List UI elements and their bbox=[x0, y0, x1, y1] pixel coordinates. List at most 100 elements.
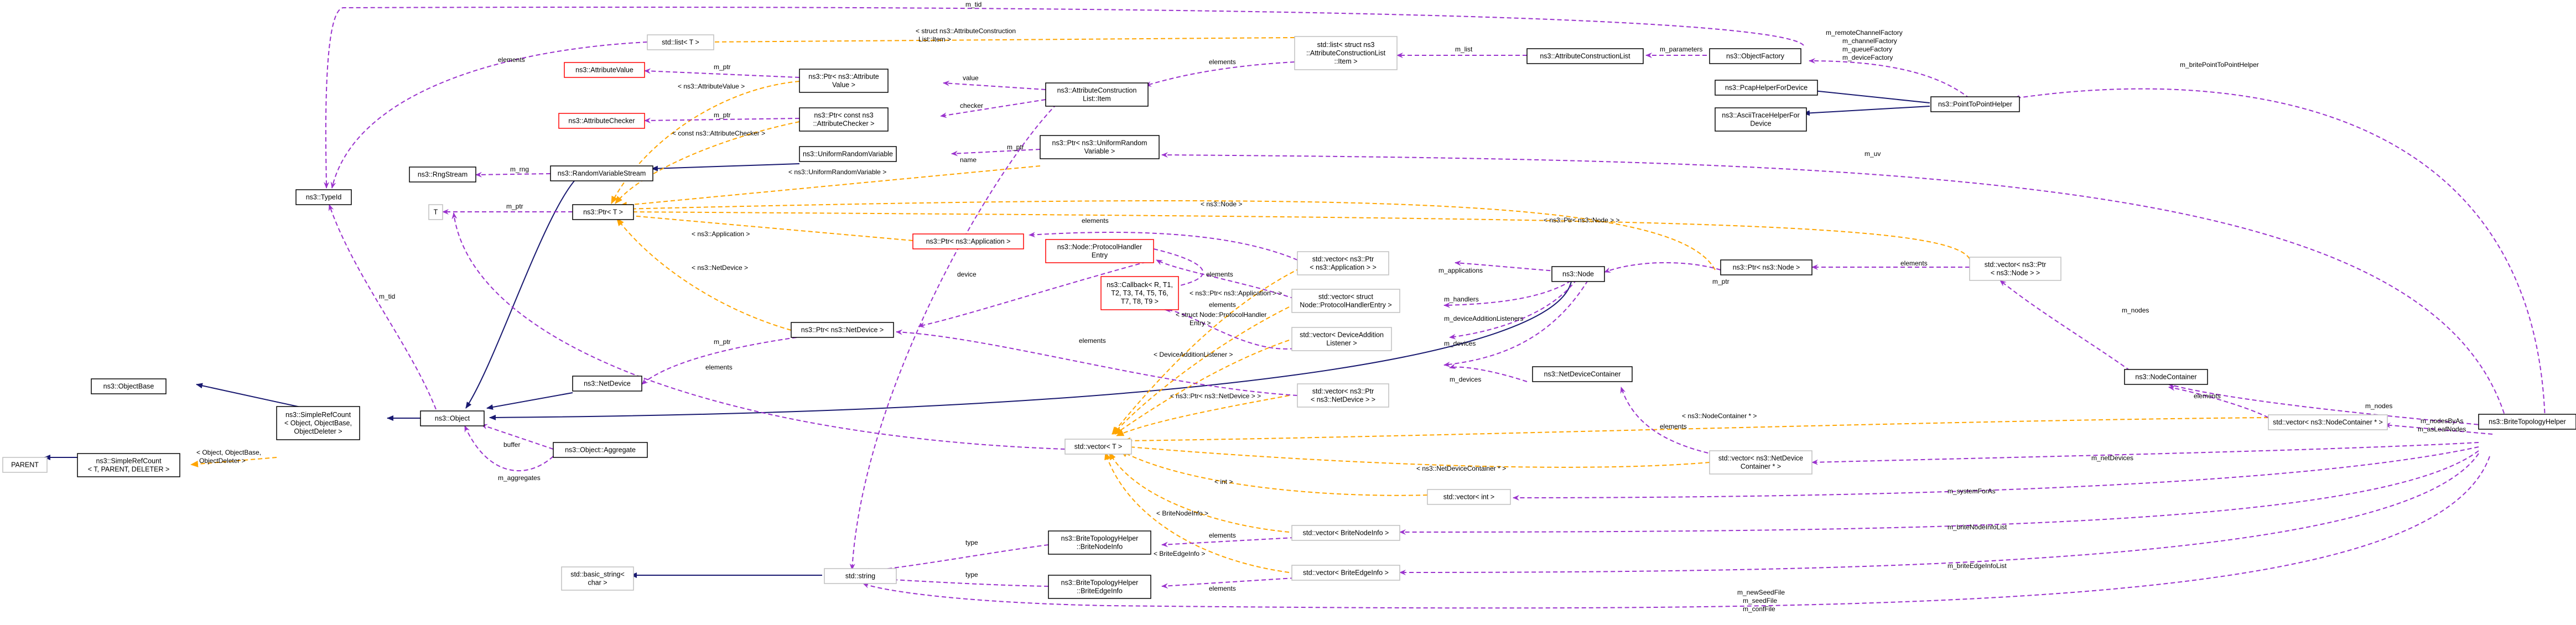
node-attribute-checker[interactable]: ns3::AttributeChecker bbox=[558, 113, 645, 129]
node-protocol-handler-entry[interactable]: ns3::Node::ProtocolHandlerEntry bbox=[1045, 239, 1154, 263]
edge-inherit-rvs-object bbox=[465, 173, 583, 409]
node-ptr-t[interactable]: ns3::Ptr< T > bbox=[572, 204, 634, 220]
edge-use-briteedgeinfo-list bbox=[1399, 453, 2479, 575]
node-simple-ref-count-t[interactable]: ns3::SimpleRefCount< T, PARENT, DELETER … bbox=[77, 453, 180, 477]
node-label-line: ns3::NetDevice bbox=[584, 380, 631, 388]
node-basic-string[interactable]: std::basic_string<char > bbox=[561, 566, 634, 591]
node-label-line: std::vector< ns3::NodeContainer * > bbox=[2273, 419, 2383, 426]
node-netdevice[interactable]: ns3::NetDevice bbox=[572, 376, 642, 392]
node-label-line: ns3::Ptr< ns3::Node > bbox=[1733, 264, 1800, 272]
node-parent[interactable]: PARENT bbox=[2, 457, 48, 473]
node-std-string[interactable]: std::string bbox=[824, 568, 897, 584]
label-m-channel-factory: m_channelFactory bbox=[1842, 37, 1897, 45]
node-label-line: ns3::UniformRandomVariable bbox=[803, 150, 893, 158]
label-m-tid: m_tid bbox=[379, 293, 395, 300]
node-brite-topology-helper[interactable]: ns3::BriteTopologyHelper bbox=[2478, 414, 2576, 430]
node-vector-ptr-application[interactable]: std::vector< ns3::Ptr< ns3::Application … bbox=[1297, 251, 1389, 275]
label-m-brite-p2p-helper: m_britePointToPointHelper bbox=[2180, 61, 2259, 69]
node-label-line: < Object, ObjectBase, bbox=[284, 419, 352, 427]
label-m-uv: m_uv bbox=[1865, 150, 1881, 158]
node-vector-britenodeinfo[interactable]: std::vector< BriteNodeInfo > bbox=[1291, 525, 1400, 541]
node-point-to-point-helper[interactable]: ns3::PointToPointHelper bbox=[1930, 96, 2020, 112]
label-elements-listener: elements bbox=[1209, 301, 1236, 309]
label-elements-netdevcontainer: elements bbox=[1660, 423, 1687, 430]
node-ptr-const-attribute-checker[interactable]: ns3::Ptr< const ns3::AttributeChecker > bbox=[799, 107, 889, 132]
node-label-line: T bbox=[434, 209, 438, 216]
node-briteedgeinfo[interactable]: ns3::BriteTopologyHelper::BriteEdgeInfo bbox=[1048, 575, 1151, 599]
node-label-line: std::list< T > bbox=[662, 39, 699, 46]
label-m-device-addition-listeners: m_deviceAdditionListeners bbox=[1444, 315, 1523, 322]
node-britenodeinfo[interactable]: ns3::BriteTopologyHelper::BriteNodeInfo bbox=[1048, 530, 1151, 555]
node-random-variable-stream[interactable]: ns3::RandomVariableStream bbox=[550, 165, 653, 181]
node-label-line: ::BriteEdgeInfo bbox=[1077, 587, 1123, 595]
node-callback[interactable]: ns3::Callback< R, T1,T2, T3, T4, T5, T6,… bbox=[1100, 276, 1179, 310]
node-node-container[interactable]: ns3::NodeContainer bbox=[2124, 369, 2208, 385]
node-label-line: ns3::SimpleRefCount bbox=[96, 457, 162, 465]
node-label-line: ns3::Ptr< const ns3 bbox=[814, 112, 873, 119]
label-m-applications: m_applications bbox=[1438, 267, 1483, 274]
node-attribute-value[interactable]: ns3::AttributeValue bbox=[564, 62, 645, 78]
node-rng-stream[interactable]: ns3::RngStream bbox=[409, 166, 476, 183]
node-vector-briteedgeinfo[interactable]: std::vector< BriteEdgeInfo > bbox=[1291, 565, 1400, 581]
label-ptr-attrval-tpl: < ns3::AttributeValue > bbox=[678, 82, 745, 90]
node-label-line: ns3::SimpleRefCount bbox=[285, 411, 351, 419]
node-object-base[interactable]: ns3::ObjectBase bbox=[91, 378, 167, 394]
node-vector-t[interactable]: std::vector< T > bbox=[1064, 439, 1132, 455]
label-m-tid-top: m_tid bbox=[965, 1, 981, 8]
node-vector-device-addition-listener[interactable]: std::vector< DeviceAdditionListener > bbox=[1291, 327, 1392, 351]
node-attribute-construction-list[interactable]: ns3::AttributeConstructionList bbox=[1526, 48, 1644, 64]
node-attribute-construction-list-item[interactable]: ns3::AttributeConstructionList::Item bbox=[1045, 82, 1149, 107]
node-ptr-attribute-value[interactable]: ns3::Ptr< ns3::AttributeValue > bbox=[799, 69, 889, 93]
label-struct-item-1: < struct ns3::AttributeConstruction bbox=[916, 27, 1016, 35]
label-elements-netdevice: elements bbox=[1079, 337, 1106, 345]
edge-inherit-ascii bbox=[1803, 106, 1930, 116]
edge-tpl-ptr-node bbox=[622, 200, 1716, 270]
node-ptr-netdevice[interactable]: ns3::Ptr< ns3::NetDevice > bbox=[791, 322, 894, 338]
node-vector-struct-handler-entry[interactable]: std::vector< structNode::ProtocolHandler… bbox=[1291, 289, 1400, 313]
node-vector-nodecontainer-ptr[interactable]: std::vector< ns3::NodeContainer * > bbox=[2268, 414, 2388, 430]
node-ptr-node[interactable]: ns3::Ptr< ns3::Node > bbox=[1720, 259, 1812, 275]
label-elements-briteedgeinfo: elements bbox=[1209, 585, 1236, 592]
label-object-simple-ref-2: ObjectDeleter > bbox=[199, 457, 246, 465]
label-m-queue-factory: m_queueFactory bbox=[1842, 45, 1892, 53]
node-type-id[interactable]: ns3::TypeId bbox=[295, 189, 352, 205]
label-m-seed-file: m_seedFile bbox=[1743, 597, 1777, 605]
label-struct-handler-2: Entry > bbox=[1190, 319, 1211, 327]
label-name: name bbox=[960, 156, 977, 164]
node-object[interactable]: ns3::Object bbox=[420, 410, 485, 426]
edge-use-britenodeinfo-type bbox=[863, 544, 1049, 574]
label-m-new-seed-file: m_newSeedFile bbox=[1737, 588, 1785, 596]
label-int: < int > bbox=[1214, 478, 1233, 486]
node-vector-ptr-node[interactable]: std::vector< ns3::Ptr< ns3::Node > > bbox=[1969, 257, 2061, 281]
edge-use-uv bbox=[1161, 152, 2507, 421]
node-vector-ptr-netdevice[interactable]: std::vector< ns3::Ptr< ns3::NetDevice > … bbox=[1297, 383, 1389, 408]
node-vector-netdevicecontainer-ptr[interactable]: std::vector< ns3::NetDeviceContainer * > bbox=[1709, 450, 1812, 475]
node-label-line: ns3::NetDeviceContainer bbox=[1544, 371, 1621, 378]
node-ptr-application[interactable]: ns3::Ptr< ns3::Application > bbox=[912, 233, 1024, 249]
node-pcap-helper-for-device[interactable]: ns3::PcapHelperForDevice bbox=[1715, 80, 1818, 96]
edge-use-system-for-as bbox=[1513, 446, 2479, 501]
node-netdevice-container[interactable]: ns3::NetDeviceContainer bbox=[1532, 366, 1633, 382]
edge-use-ptr-attrval bbox=[644, 68, 800, 78]
node-object-aggregate[interactable]: ns3::Object::Aggregate bbox=[553, 442, 648, 458]
node-simple-ref-count-object[interactable]: ns3::SimpleRefCount< Object, ObjectBase,… bbox=[276, 406, 360, 440]
node-uniform-random-variable[interactable]: ns3::UniformRandomVariable bbox=[799, 146, 897, 162]
node-label-line: T2, T3, T4, T5, T6, bbox=[1111, 289, 1168, 297]
node-object-factory[interactable]: ns3::ObjectFactory bbox=[1709, 48, 1801, 64]
node-node[interactable]: ns3::Node bbox=[1551, 266, 1605, 282]
node-label-line: ns3::RandomVariableStream bbox=[558, 170, 646, 178]
node-ptr-uniform-random-variable[interactable]: ns3::Ptr< ns3::UniformRandomVariable > bbox=[1040, 135, 1160, 159]
node-label-line: std::vector< ns3::Ptr bbox=[1312, 388, 1374, 395]
node-vector-int[interactable]: std::vector< int > bbox=[1427, 489, 1511, 505]
label-elements-britenodeinfo: elements bbox=[1209, 532, 1236, 539]
node-list-struct-item[interactable]: std::list< struct ns3::AttributeConstruc… bbox=[1294, 36, 1398, 70]
label-type-edge: type bbox=[965, 571, 978, 579]
node-label-line: ns3::Ptr< ns3::NetDevice > bbox=[801, 326, 884, 334]
node-t[interactable]: T bbox=[428, 204, 443, 220]
label-m-aggregates: m_aggregates bbox=[498, 474, 541, 482]
node-label-line: < ns3::Application > > bbox=[1310, 264, 1377, 272]
node-list-t[interactable]: std::list< T > bbox=[647, 34, 714, 50]
node-label-line: ::AttributeConstructionList bbox=[1306, 49, 1386, 57]
edge-tpl-vec-britenodeinfo bbox=[1109, 452, 1290, 533]
node-ascii-trace-helper-for-device[interactable]: ns3::AsciiTraceHelperForDevice bbox=[1715, 107, 1807, 132]
